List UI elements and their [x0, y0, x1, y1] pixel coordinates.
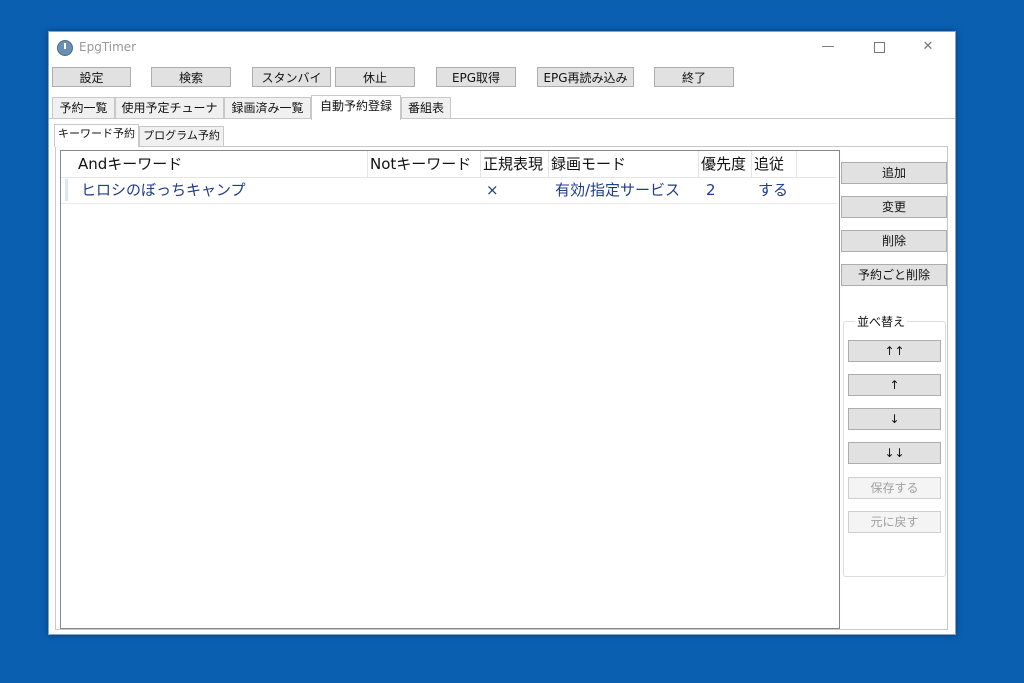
- window-title: EpgTimer: [79, 40, 137, 54]
- column-follow[interactable]: 追従: [752, 151, 797, 177]
- sort-group-label: 並べ替え: [855, 313, 908, 330]
- row-indicator: [65, 179, 68, 201]
- tab-program-guide[interactable]: 番組表: [401, 97, 451, 119]
- tab-tuners[interactable]: 使用予定チューナー: [115, 97, 224, 135]
- content-panel: Andキーワード Notキーワード 正規表現 録画モード 優先度 追従 ヒロシの…: [55, 146, 948, 630]
- search-button[interactable]: 検索: [151, 67, 231, 87]
- title-bar: EpgTimer — ✕: [49, 32, 955, 63]
- maximize-icon[interactable]: [864, 36, 894, 58]
- add-button[interactable]: 追加: [841, 162, 947, 184]
- cell-regex: ×: [486, 181, 499, 199]
- tab-reservations[interactable]: 予約一覧: [52, 97, 115, 119]
- move-top-button[interactable]: ↑↑: [848, 340, 941, 362]
- cell-not-keyword: [370, 177, 478, 203]
- subtab-keyword[interactable]: キーワード予約: [54, 124, 139, 147]
- move-bottom-button[interactable]: ↓↓: [848, 442, 941, 464]
- epg-reload-button[interactable]: EPG再読み込み: [537, 67, 634, 87]
- list-header: Andキーワード Notキーワード 正規表現 録画モード 優先度 追従: [61, 151, 837, 178]
- cell-follow: する: [758, 181, 789, 199]
- exit-button[interactable]: 終了: [654, 67, 734, 87]
- epg-fetch-button[interactable]: EPG取得: [436, 67, 516, 87]
- delete-with-reservations-button[interactable]: 予約ごと削除: [841, 264, 947, 286]
- move-up-button[interactable]: ↑: [848, 374, 941, 396]
- save-button[interactable]: 保存する: [848, 477, 941, 499]
- column-record-mode[interactable]: 録画モード: [549, 151, 699, 177]
- tab-divider: [49, 118, 955, 119]
- main-tabs: 予約一覧 使用予定チューナー 録画済み一覧 自動予約登録 番組表: [49, 95, 955, 135]
- clock-icon: [57, 40, 73, 56]
- column-and-keyword[interactable]: Andキーワード: [76, 151, 368, 177]
- hibernate-button[interactable]: 休止: [335, 67, 415, 87]
- cell-record-mode: 有効/指定サービス: [555, 181, 681, 199]
- delete-button[interactable]: 削除: [841, 230, 947, 252]
- tab-auto-reservation[interactable]: 自動予約登録: [311, 95, 401, 120]
- standby-button[interactable]: スタンバイ: [252, 67, 331, 87]
- close-icon[interactable]: ✕: [913, 36, 943, 58]
- subtab-program[interactable]: プログラム予約: [139, 126, 224, 146]
- column-regex[interactable]: 正規表現: [481, 151, 549, 177]
- keyword-list[interactable]: Andキーワード Notキーワード 正規表現 録画モード 優先度 追従 ヒロシの…: [60, 150, 840, 629]
- minimize-icon[interactable]: —: [813, 36, 843, 58]
- cell-and-keyword: ヒロシのぼっちキャンプ: [81, 181, 246, 199]
- column-not-keyword[interactable]: Notキーワード: [368, 151, 481, 177]
- edit-button[interactable]: 変更: [841, 196, 947, 218]
- cell-priority: 2: [706, 181, 716, 199]
- revert-button[interactable]: 元に戻す: [848, 511, 941, 533]
- main-window: EpgTimer — ✕ 設定 検索 スタンバイ 休止 EPG取得 EPG再読み…: [48, 31, 956, 635]
- column-priority[interactable]: 優先度: [699, 151, 752, 177]
- tab-recorded[interactable]: 録画済み一覧: [224, 97, 311, 119]
- move-down-button[interactable]: ↓: [848, 408, 941, 430]
- table-row[interactable]: ヒロシのぼっちキャンプ × 有効/指定サービス 2 する: [61, 177, 837, 204]
- settings-button[interactable]: 設定: [52, 67, 131, 87]
